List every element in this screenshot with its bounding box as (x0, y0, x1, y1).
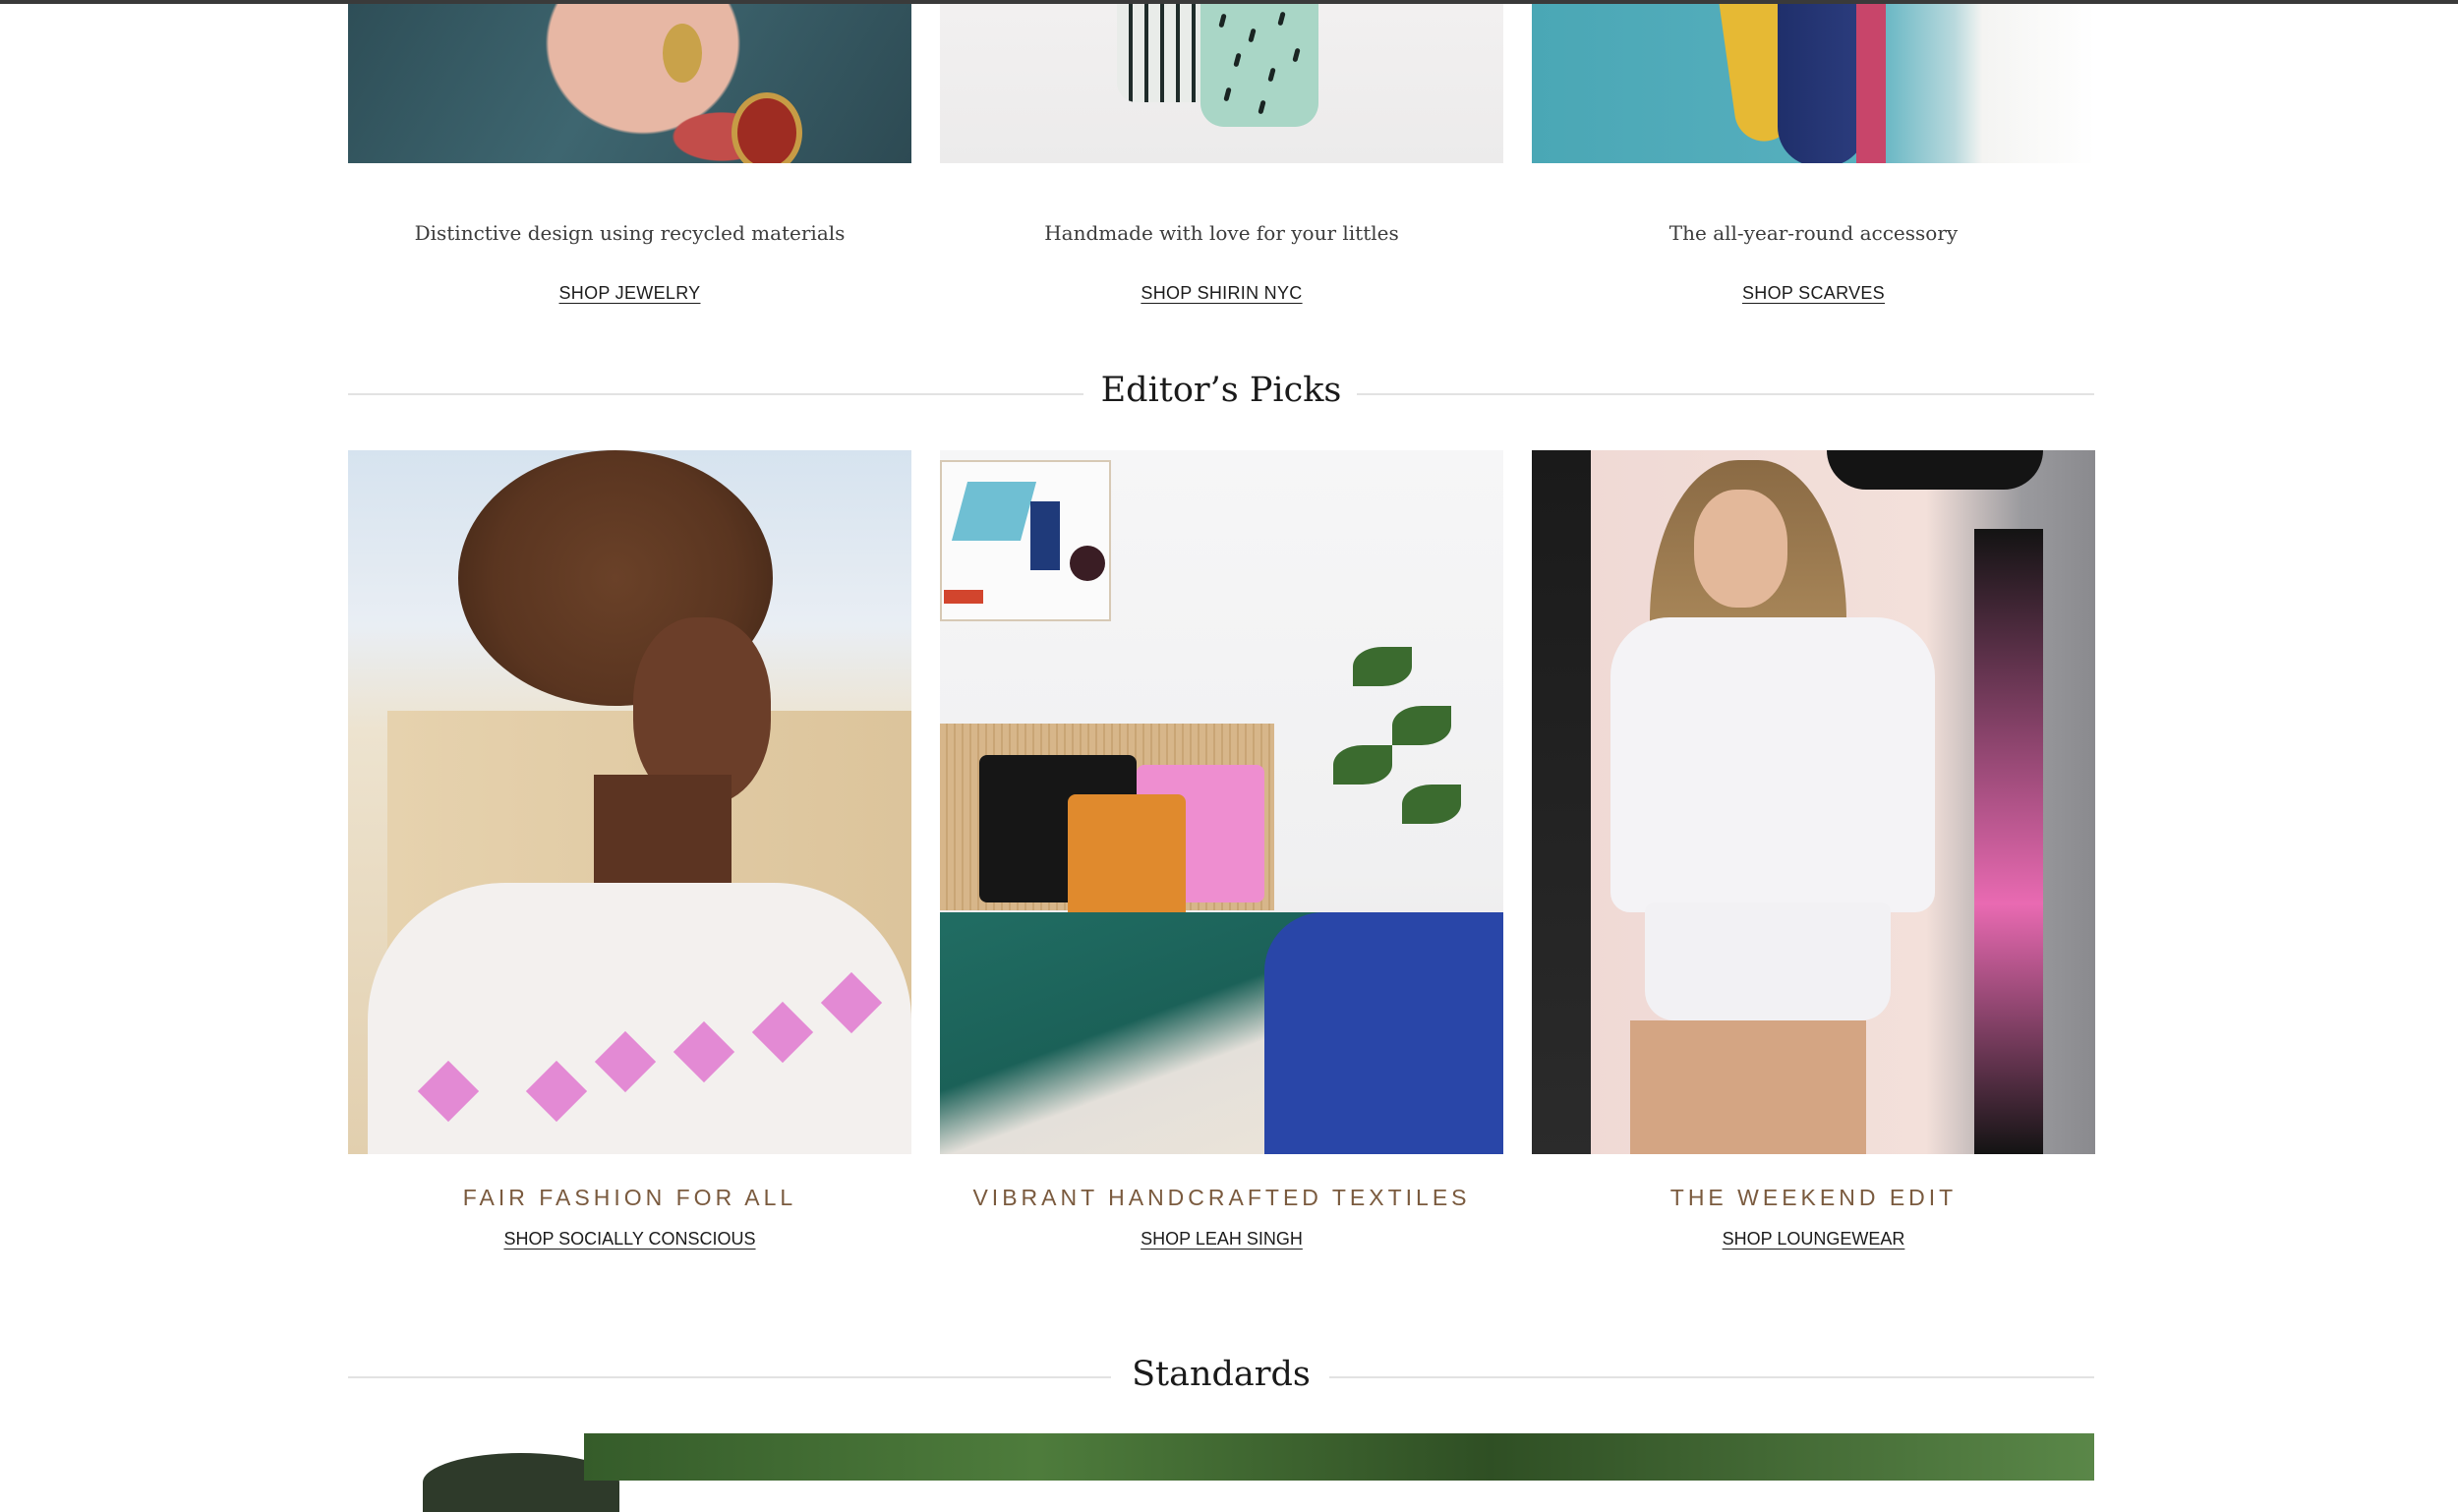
scarf-pink (1856, 4, 1886, 163)
mural-dark (1532, 450, 1591, 1154)
handcrafted-textiles-image[interactable] (940, 450, 1503, 1154)
plant-leaf (1353, 647, 1412, 686)
model-face (1694, 490, 1787, 608)
fair-fashion-image[interactable] (348, 450, 911, 1154)
standards-image[interactable] (584, 1433, 2094, 1481)
white-sweatshirt (1610, 617, 1935, 912)
shop-scarves-link[interactable]: SHOP SCARVES (1532, 283, 2095, 304)
mural-eye (1827, 450, 2043, 490)
section-title-editors-picks: Editor’s Picks (1100, 371, 1342, 410)
shop-shirin-nyc-link[interactable]: SHOP SHIRIN NYC (940, 283, 1503, 304)
blanket-blue (1264, 912, 1503, 1154)
shop-socially-conscious-link[interactable]: SHOP SOCIALLY CONSCIOUS (348, 1229, 911, 1250)
wall-art (940, 460, 1111, 621)
shop-jewelry-link[interactable]: SHOP JEWELRY (348, 283, 911, 304)
section-title-standards: Standards (1132, 1355, 1311, 1394)
shirin-nyc-image[interactable] (940, 4, 1503, 163)
weekend-edit-image[interactable] (1532, 450, 2095, 1154)
pick-title-fair-fashion: FAIR FASHION FOR ALL (462, 1185, 797, 1210)
jewelry-image[interactable] (348, 4, 911, 163)
scarf-navy (1778, 4, 1866, 163)
shop-loungewear-link[interactable]: SHOP LOUNGEWEAR (1532, 1229, 2095, 1250)
cushion-orange (1068, 794, 1186, 922)
white-shorts (1645, 902, 1891, 1020)
ring-stone (732, 92, 802, 163)
pick-title-textiles: VIBRANT HANDCRAFTED TEXTILES (972, 1185, 1471, 1210)
model-legs (1630, 1020, 1866, 1154)
scarves-image[interactable] (1532, 4, 2095, 163)
ring-detail (663, 24, 702, 83)
pillow-mint (1200, 4, 1318, 127)
scarves-tagline: The all-year-round accessory (1668, 221, 1959, 245)
jewelry-tagline: Distinctive design using recycled materi… (414, 221, 846, 245)
shirin-tagline: Handmade with love for your littles (1044, 221, 1399, 245)
embroidered-top (368, 883, 911, 1154)
mural-stripe (1974, 529, 2043, 1154)
pick-title-weekend: THE WEEKEND EDIT (1669, 1185, 1958, 1210)
shop-leah-singh-link[interactable]: SHOP LEAH SINGH (940, 1229, 1503, 1250)
